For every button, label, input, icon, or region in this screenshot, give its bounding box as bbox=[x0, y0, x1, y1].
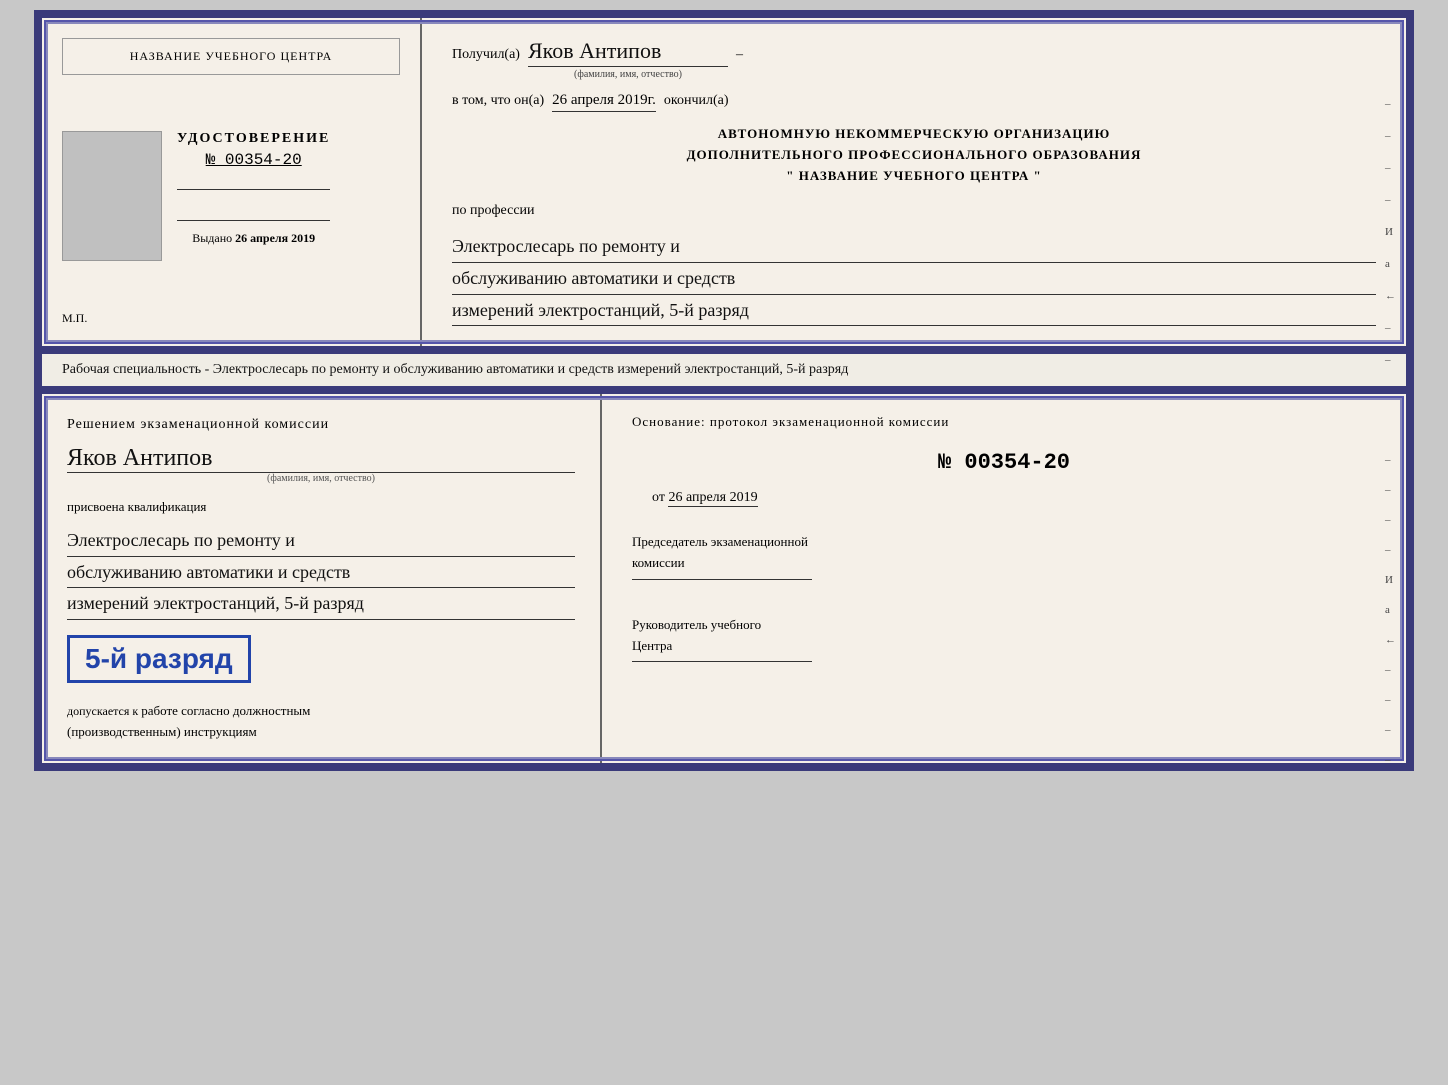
fio-label-top: (фамилия, имя, отчество) bbox=[528, 69, 728, 80]
protocol-date-value: 26 апреля 2019 bbox=[668, 490, 757, 507]
director-signature-line bbox=[632, 661, 812, 662]
school-name-box: НАЗВАНИЕ УЧЕБНОГО ЦЕНТРА bbox=[62, 38, 400, 75]
chairman-title-line1: Председатель экзаменационной bbox=[632, 532, 1376, 553]
protocol-date: от 26 апреля 2019 bbox=[652, 490, 1376, 507]
date-of-prefix: от bbox=[652, 490, 665, 505]
bottom-right-panel: Основание: протокол экзаменационной коми… bbox=[602, 394, 1406, 762]
basis-label: Основание: протокол экзаменационной коми… bbox=[632, 414, 1376, 430]
person-name-block: Яков Антипов (фамилия, имя, отчество) bbox=[67, 445, 575, 484]
dash-separator: – bbox=[736, 47, 743, 63]
инструкции-handwritten: (производственным) инструкциям bbox=[67, 724, 257, 739]
bottom-certificate: Решением экзаменационной комиссии Яков А… bbox=[34, 386, 1414, 770]
profession-multi: Электрослесарь по ремонту и обслуживанию… bbox=[67, 525, 575, 620]
допускается-block: допускается к работе согласно должностны… bbox=[67, 701, 575, 743]
date-suffix: окончил(а) bbox=[664, 93, 729, 109]
cert-left-panel: НАЗВАНИЕ УЧЕБНОГО ЦЕНТРА УДОСТОВЕРЕНИЕ №… bbox=[42, 18, 422, 346]
cert-number: № 00354-20 bbox=[177, 151, 330, 169]
issued-date: 26 апреля 2019 bbox=[235, 231, 315, 245]
side-marks-top-right: – – – – И а ← – – bbox=[1385, 98, 1396, 366]
profession-label: по профессии bbox=[452, 203, 1376, 219]
bottom-profession-line3: измерений электростанций, 5-й разряд bbox=[67, 588, 575, 620]
recipient-name: Яков Антипов bbox=[528, 38, 728, 67]
description-content: Рабочая специальность - Электрослесарь п… bbox=[62, 362, 848, 377]
recipient-block: Яков Антипов (фамилия, имя, отчество) bbox=[528, 38, 728, 80]
org-block: АВТОНОМНУЮ НЕКОММЕРЧЕСКУЮ ОРГАНИЗАЦИЮ ДО… bbox=[452, 124, 1376, 186]
commission-title: Решением экзаменационной комиссии bbox=[67, 414, 575, 435]
assigned-label: присвоена квалификация bbox=[67, 499, 575, 515]
document-wrapper: НАЗВАНИЕ УЧЕБНОГО ЦЕНТРА УДОСТОВЕРЕНИЕ №… bbox=[34, 10, 1414, 771]
profession-handwritten: Электрослесарь по ремонту и обслуживанию… bbox=[452, 231, 1376, 326]
recipient-line: Получил(а) Яков Антипов (фамилия, имя, о… bbox=[452, 38, 1376, 80]
top-certificate: НАЗВАНИЕ УЧЕБНОГО ЦЕНТРА УДОСТОВЕРЕНИЕ №… bbox=[34, 10, 1414, 354]
profession-line3: измерений электростанций, 5-й разряд bbox=[452, 300, 749, 320]
director-title-line1: Руководитель учебного bbox=[632, 615, 1376, 636]
received-label: Получил(а) bbox=[452, 47, 520, 63]
chairman-signature-line bbox=[632, 579, 812, 580]
description-text: Рабочая специальность - Электрослесарь п… bbox=[34, 354, 1414, 386]
director-block: Руководитель учебного Центра bbox=[632, 615, 1376, 663]
rank-badge: 5-й разряд bbox=[67, 635, 251, 683]
rank-badge-container: 5-й разряд bbox=[67, 630, 575, 683]
cert-photo-placeholder bbox=[62, 131, 162, 261]
side-marks-bottom-right: – – – – И а ← – – – – bbox=[1385, 454, 1396, 766]
protocol-number: № 00354-20 bbox=[632, 450, 1376, 475]
chairman-title-line2: комиссии bbox=[632, 553, 1376, 574]
cert-title-area: УДОСТОВЕРЕНИЕ № 00354-20 Выдано 26 апрел… bbox=[177, 131, 330, 246]
date-line: в том, что он(а) 26 апреля 2019г. окончи… bbox=[452, 92, 1376, 112]
cert-title: УДОСТОВЕРЕНИЕ bbox=[177, 131, 330, 147]
cert-issued-line: Выдано 26 апреля 2019 bbox=[177, 231, 330, 246]
org-quote: " НАЗВАНИЕ УЧЕБНОГО ЦЕНТРА " bbox=[452, 166, 1376, 187]
chairman-title: Председатель экзаменационной комиссии bbox=[632, 532, 1376, 574]
director-title: Руководитель учебного Центра bbox=[632, 615, 1376, 657]
director-title-line2: Центра bbox=[632, 636, 1376, 657]
profession-line1: Электрослесарь по ремонту и bbox=[452, 231, 1376, 263]
bottom-profession-line1: Электрослесарь по ремонту и bbox=[67, 525, 575, 557]
допускается-prefix: допускается к bbox=[67, 704, 138, 718]
допускается-handwritten: работе согласно должностным bbox=[141, 703, 310, 718]
school-name-label: НАЗВАНИЕ УЧЕБНОГО ЦЕНТРА bbox=[130, 49, 333, 63]
chairman-block: Председатель экзаменационной комиссии bbox=[632, 532, 1376, 580]
fio-label-bottom: (фамилия, имя, отчество) bbox=[67, 473, 575, 484]
org-line2: ДОПОЛНИТЕЛЬНОГО ПРОФЕССИОНАЛЬНОГО ОБРАЗО… bbox=[452, 145, 1376, 166]
issued-label: Выдано bbox=[192, 231, 232, 245]
bottom-left-panel: Решением экзаменационной комиссии Яков А… bbox=[42, 394, 602, 762]
cert-right-panel: Получил(а) Яков Антипов (фамилия, имя, о… bbox=[422, 18, 1406, 346]
mp-label: М.П. bbox=[62, 311, 87, 326]
handwritten-date: 26 апреля 2019г. bbox=[552, 92, 656, 112]
date-prefix: в том, что он(а) bbox=[452, 93, 544, 109]
person-name-large: Яков Антипов bbox=[67, 445, 575, 473]
bottom-profession-line2: обслуживанию автоматики и средств bbox=[67, 557, 575, 589]
org-line1: АВТОНОМНУЮ НЕКОММЕРЧЕСКУЮ ОРГАНИЗАЦИЮ bbox=[452, 124, 1376, 145]
profession-line2: обслуживанию автоматики и средств bbox=[452, 263, 1376, 295]
